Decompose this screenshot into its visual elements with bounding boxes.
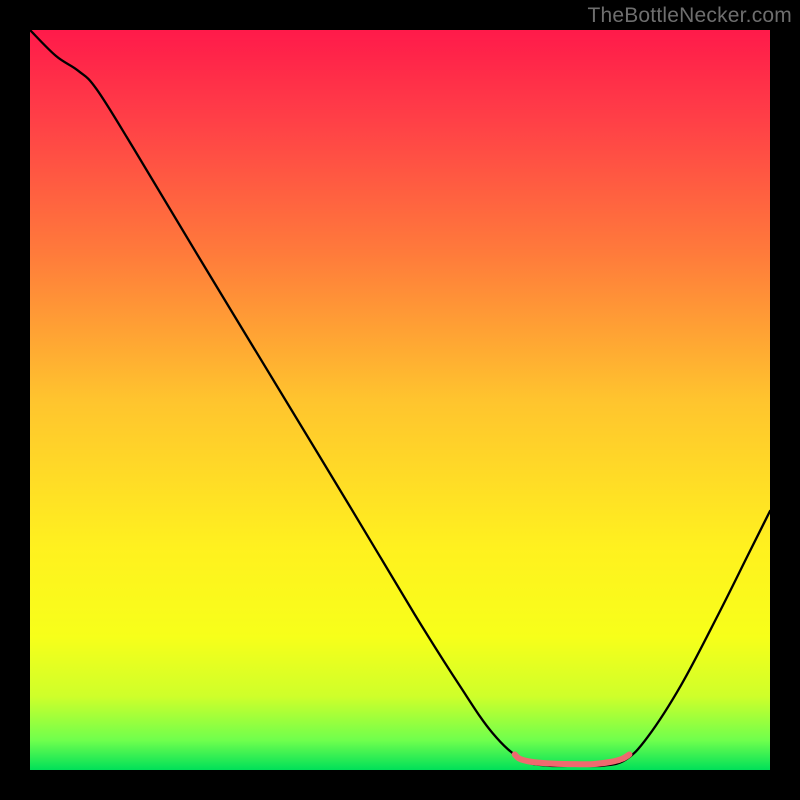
gradient-background <box>30 30 770 770</box>
attribution-label: TheBottleNecker.com <box>587 4 792 28</box>
chart-frame: TheBottleNecker.com <box>0 0 800 800</box>
bottleneck-chart <box>30 30 770 770</box>
